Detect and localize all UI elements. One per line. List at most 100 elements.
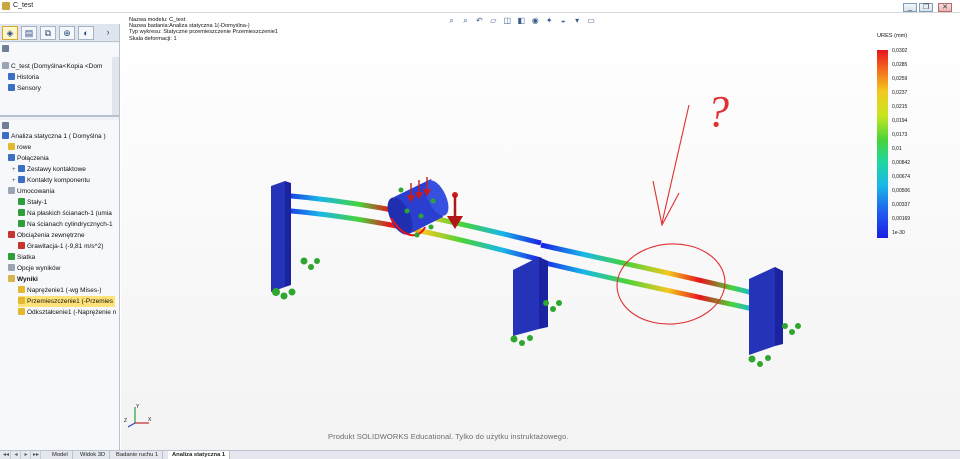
history-icon [8, 73, 15, 80]
mesh-icon [8, 253, 15, 260]
tree-item-label: rowe [17, 144, 32, 151]
tab-3d-view[interactable]: Widok 3D [76, 451, 111, 459]
graphics-area[interactable]: Nazwa modelu: C_test Nazwa badania:Anali… [121, 13, 960, 450]
gravity-icon [18, 242, 25, 249]
tree-item-model[interactable]: C_test (Domyślna<Kopia <Dom [2, 61, 102, 72]
property-manager-tab[interactable]: ▤ [21, 26, 37, 40]
window-title: C_test [13, 2, 34, 9]
close-button[interactable]: ✕ [938, 3, 952, 12]
tree-scrollbar[interactable] [112, 57, 119, 115]
tree-item-label: Historia [17, 74, 40, 81]
tree-item-label: Opcje wyników [17, 265, 61, 272]
displacement-plot-icon [18, 297, 25, 304]
chevron-right-icon: › [106, 27, 110, 37]
tree-item-label: Siatka [17, 254, 36, 261]
tree-item-part[interactable]: rowe [8, 142, 31, 153]
tree-item-result-options[interactable]: Opcje wyników [8, 263, 60, 274]
contact-set-icon [18, 165, 25, 172]
feature-manager-tab[interactable]: ◈ [2, 26, 18, 40]
results-folder-icon [8, 275, 15, 282]
tree-item-fixed1[interactable]: Stały-1 [18, 197, 47, 208]
legend-tick: 0,00842 [892, 160, 911, 166]
first-tab-button[interactable]: ◂◂ [2, 451, 11, 459]
model-tree: C_test (Domyślna<Kopia <Dom Historia Sen… [0, 43, 119, 117]
tree-item-label: Umocowania [17, 188, 55, 195]
legend-color-bar [877, 50, 888, 238]
educational-watermark: Produkt SOLIDWORKS Educational. Tylko do… [328, 432, 569, 441]
legend-title: URES (mm) [877, 33, 908, 39]
legend-tick: 0,0285 [892, 62, 908, 68]
tree-item-label: Zestawy kontaktowe [27, 166, 86, 173]
tree-item-connections[interactable]: Połączenia [8, 153, 49, 164]
tree-item-displacement1[interactable]: Przemieszczenie1 (-Przemies [18, 296, 115, 307]
tree-item-stress1[interactable]: Naprężenie1 (-wg Mises-) [18, 285, 101, 296]
tree-item-label: Stały-1 [27, 199, 48, 206]
tree-item-component-contacts[interactable]: + Kontakty komponentu [12, 175, 90, 186]
minimize-button[interactable]: _ [903, 3, 917, 12]
legend-tick: 0,0194 [892, 118, 908, 124]
manager-tabs: ◈ ▤ ⧉ ⊕ ◐ › [0, 24, 119, 42]
tree-item-study[interactable]: Analiza statyczna 1 ( Domyślna ) [2, 131, 106, 142]
legend-tick: 0,0173 [892, 132, 908, 138]
tree-item-results[interactable]: Wyniki [8, 274, 38, 285]
fixed-icon [18, 198, 25, 205]
legend-tick: 0,00674 [892, 174, 911, 180]
legend-tick: 0,0237 [892, 90, 908, 96]
tree-item-label: Sensory [17, 85, 41, 92]
filter-icon[interactable] [2, 44, 11, 55]
coordinate-triad: Y X Z [124, 404, 152, 428]
restore-button[interactable]: ❐ [919, 3, 933, 12]
tab-static-analysis[interactable]: Analiza statyczna 1 [168, 451, 231, 459]
part-check-icon [8, 143, 15, 150]
prev-tab-button[interactable]: ◂ [12, 451, 21, 459]
tree-item-contact-sets[interactable]: + Zestawy kontaktowe [12, 164, 86, 175]
configuration-manager-tab[interactable]: ⧉ [40, 26, 56, 40]
filter-icon [2, 45, 9, 52]
tree-item-mesh[interactable]: Siatka [8, 252, 35, 263]
property-manager-icon: ▤ [24, 28, 34, 38]
dimxpert-icon: ⊕ [63, 28, 71, 38]
tree-item-external-loads[interactable]: Obciążenia zewnętrzne [8, 230, 85, 241]
legend-tick: 0,00506 [892, 188, 911, 194]
next-tab-button[interactable]: ▸ [22, 451, 31, 459]
model-3d-view[interactable]: ? [121, 13, 960, 450]
triad-z-label: Z [124, 418, 127, 424]
tree-item-label: Obciążenia zewnętrzne [17, 232, 85, 239]
connections-icon [8, 154, 15, 161]
question-mark-annotation: ? [707, 87, 729, 136]
hand-annotation [616, 104, 726, 325]
result-legend[interactable]: URES (mm) 0,0302 0,0285 0,0259 0,0237 0,… [867, 33, 942, 243]
tree-item-gravity[interactable]: Grawitacja-1 (-9,81 m/s^2) [18, 241, 103, 252]
tree-item-cyl-faces[interactable]: Na ścianach cylindrycznych-1 [18, 219, 113, 230]
tree-item-flat-faces[interactable]: Na płaskich ścianach-1 (umia [18, 208, 112, 219]
strain-plot-icon [18, 308, 25, 315]
expand-tabs-button[interactable]: › [100, 26, 116, 40]
tree-item-label: Analiza statyczna 1 ( Domyślna ) [11, 133, 106, 140]
tree-item-history[interactable]: Historia [8, 72, 39, 83]
tab-model[interactable]: Model [48, 451, 73, 459]
filter-icon [2, 122, 9, 129]
tab-motion-study[interactable]: Badanie ruchu 1 [112, 451, 164, 459]
tree-item-sensors[interactable]: Sensory [8, 83, 41, 94]
display-manager-tab[interactable]: ◐ [78, 26, 94, 40]
dimxpert-tab[interactable]: ⊕ [59, 26, 75, 40]
bottom-tab-bar: ◂◂ ◂ ▸ ▸▸ Model Widok 3D Badanie ruchu 1… [0, 450, 960, 459]
tree-item-fixtures[interactable]: Umocowania [8, 186, 55, 197]
last-tab-button[interactable]: ▸▸ [32, 451, 41, 459]
fixtures-icon [8, 187, 15, 194]
tree-item-label: C_test (Domyślna<Kopia <Dom [11, 63, 103, 70]
stress-plot-icon [18, 286, 25, 293]
legend-tick: 0,01 [892, 146, 902, 152]
study-icon [2, 132, 9, 139]
flat-face-fixture-icon [18, 209, 25, 216]
component-contact-icon [18, 176, 25, 183]
part-icon [2, 62, 9, 69]
tree-item-label: Odkształcenie1 (-Naprężenie n [27, 309, 117, 316]
feature-manager-icon: ◈ [6, 28, 14, 38]
app-icon [2, 2, 10, 10]
legend-tick: 0,0215 [892, 104, 908, 110]
legend-tick: 0,00169 [892, 216, 911, 222]
external-loads-icon [8, 231, 15, 238]
tree-item-strain1[interactable]: Odkształcenie1 (-Naprężenie n [18, 307, 116, 318]
tree-item-label: Naprężenie1 (-wg Mises-) [27, 287, 102, 294]
